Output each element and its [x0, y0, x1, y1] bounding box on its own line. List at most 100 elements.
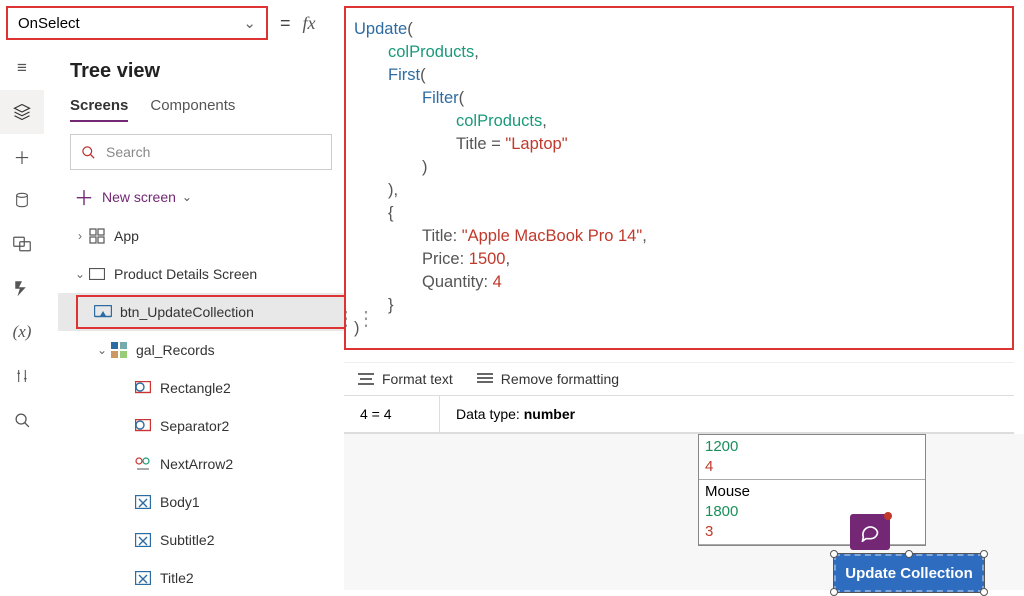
formula-token: Quantity [422, 273, 483, 291]
tree-title: Tree view [58, 46, 344, 97]
format-text-button[interactable]: Format text [358, 371, 453, 387]
tree-node-label: Rectangle2 [160, 380, 231, 396]
notification-dot-icon [884, 512, 892, 520]
remove-formatting-label: Remove formatting [501, 371, 619, 387]
screen-icon [88, 268, 106, 280]
insert-icon[interactable]: ＋ [0, 134, 44, 178]
tree-node-separator2[interactable]: Separator2 [58, 407, 344, 445]
chat-icon[interactable] [850, 514, 890, 550]
search-input[interactable]: Search [70, 134, 332, 170]
result-datatype: Data type: number [440, 406, 575, 422]
selection-handle[interactable] [980, 588, 988, 596]
formula-token: Price [422, 250, 460, 268]
gallery-icon [110, 342, 128, 358]
search-icon [81, 145, 96, 160]
left-rail: ≡ ＋ (x) [0, 46, 44, 442]
formula-toolbar: Format text Remove formatting [344, 362, 1014, 396]
tree-node-subtitle2[interactable]: Subtitle2 [58, 521, 344, 559]
update-collection-button[interactable]: Update Collection [834, 554, 984, 592]
tab-components[interactable]: Components [150, 97, 235, 122]
power-automate-icon[interactable] [0, 266, 44, 310]
gallery-control[interactable]: 1200 4 Mouse 1800 3 [698, 434, 926, 546]
tree-node-label: App [114, 228, 139, 244]
variables-icon[interactable]: (x) [0, 310, 44, 354]
tree-node-label: NextArrow2 [160, 456, 233, 472]
tree-node-label: btn_UpdateCollection [120, 304, 254, 320]
tree-node-nextarrow2[interactable]: NextArrow2 [58, 445, 344, 483]
formula-token: Title [456, 135, 487, 153]
formula-token: Update [354, 20, 407, 38]
label-icon [134, 495, 152, 509]
formula-token: First [388, 66, 420, 84]
datatype-value: number [524, 406, 575, 422]
drag-handle-icon[interactable]: ⋮⋮ [344, 308, 376, 331]
tree-node-screen[interactable]: ⌄ Product Details Screen [58, 255, 344, 293]
tree-node-label: Separator2 [160, 418, 229, 434]
chevron-down-icon: ⌄ [182, 190, 192, 204]
formula-token: "Laptop" [505, 135, 567, 153]
update-collection-label: Update Collection [845, 565, 973, 582]
tab-screens[interactable]: Screens [70, 97, 128, 122]
chevron-down-icon: ⌄ [243, 14, 256, 32]
formula-token: 4 [493, 273, 502, 291]
formula-token: Title [422, 227, 453, 245]
chevron-right-icon: › [72, 229, 88, 243]
plus-icon: ＋ [74, 182, 94, 211]
selection-handle[interactable] [830, 588, 838, 596]
formula-token: Filter [422, 89, 459, 107]
canvas[interactable]: 1200 4 Mouse 1800 3 Update Collection [344, 434, 1024, 590]
shape-icon [134, 381, 152, 395]
tree-node-btn-update[interactable]: btn_UpdateCollection [58, 293, 344, 331]
chevron-down-icon: ⌄ [94, 343, 110, 357]
icon-control-icon [134, 457, 152, 471]
selection-handle[interactable] [905, 550, 913, 558]
data-icon[interactable] [0, 178, 44, 222]
tree-node-rectangle2[interactable]: Rectangle2 [58, 369, 344, 407]
hamburger-icon[interactable]: ≡ [0, 46, 44, 90]
chevron-down-icon: ⌄ [72, 267, 88, 281]
formula-token: colProducts [456, 112, 542, 130]
media-icon[interactable] [0, 222, 44, 266]
label-icon [134, 533, 152, 547]
tree-node-label: gal_Records [136, 342, 215, 358]
selection-handle[interactable] [980, 550, 988, 558]
button-icon [94, 305, 112, 319]
tree-node-body1[interactable]: Body1 [58, 483, 344, 521]
app-icon [88, 228, 106, 244]
remove-formatting-button[interactable]: Remove formatting [477, 371, 619, 387]
new-screen-button[interactable]: ＋ New screen ⌄ [58, 176, 344, 217]
formula-token: "Apple MacBook Pro 14" [462, 227, 642, 245]
datatype-label: Data type: [456, 406, 520, 422]
tools-icon[interactable] [0, 354, 44, 398]
gallery-title: Mouse [705, 482, 919, 502]
tree-node-title2[interactable]: Title2 [58, 559, 344, 590]
tree-view-icon[interactable] [0, 90, 44, 134]
formula-result: 4 = 4 Data type: number [344, 396, 1014, 434]
gallery-row[interactable]: 1200 4 [699, 435, 925, 480]
shape-icon [134, 419, 152, 433]
tree-node-label: Body1 [160, 494, 200, 510]
property-dropdown-value: OnSelect [18, 15, 80, 32]
gallery-qty: 4 [705, 457, 919, 477]
label-icon [134, 571, 152, 585]
gallery-price: 1200 [705, 437, 919, 457]
fx-icon: fx [303, 13, 316, 34]
equals-label: = [280, 13, 291, 34]
selection-handle[interactable] [830, 550, 838, 558]
property-dropdown[interactable]: OnSelect ⌄ [6, 6, 268, 40]
search-icon[interactable] [0, 398, 44, 442]
tree-tabs: Screens Components [58, 97, 344, 122]
new-screen-label: New screen [102, 189, 176, 205]
tree-node-label: Product Details Screen [114, 266, 257, 282]
result-expression: 4 = 4 [344, 396, 440, 432]
tree-panel: Tree view Screens Components Search ＋ Ne… [44, 46, 344, 590]
formula-token: colProducts [388, 43, 474, 61]
tree-node-label: Subtitle2 [160, 532, 214, 548]
tree-node-label: Title2 [160, 570, 194, 586]
format-text-label: Format text [382, 371, 453, 387]
search-placeholder: Search [106, 144, 150, 160]
tree-node-gallery[interactable]: ⌄ gal_Records [58, 331, 344, 369]
tree-node-app[interactable]: › App [58, 217, 344, 255]
formula-token: 1500 [469, 250, 506, 268]
formula-editor[interactable]: Update( colProducts, First( Filter( colP… [344, 6, 1014, 350]
